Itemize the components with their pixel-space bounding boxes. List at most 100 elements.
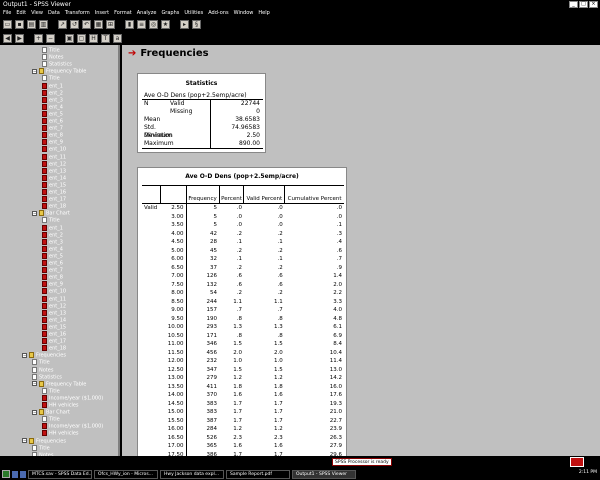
taskbar-button[interactable]: MTCS.sav - SPSS Data Ed... [28, 469, 92, 479]
insert-title-icon[interactable]: T [101, 34, 110, 43]
outline-item[interactable]: ent_17 [42, 196, 66, 203]
insert-text-icon[interactable]: a [113, 34, 122, 43]
outline-item[interactable]: Statistics [42, 61, 72, 68]
variables-icon[interactable]: ≡ [137, 20, 146, 29]
expand-icon[interactable]: + [34, 34, 43, 43]
hide-icon[interactable]: ▢ [77, 34, 86, 43]
taskbar-button[interactable]: Ofcs_HWy_ion - Micros... [94, 469, 158, 479]
outline-item[interactable]: − Bar Chart [32, 210, 70, 217]
collapse-toggle-icon[interactable]: − [32, 409, 37, 415]
outline-item[interactable]: ent_14 [42, 316, 66, 324]
outline-item[interactable]: ent_11 [42, 295, 66, 303]
outline-item[interactable]: ent_16 [42, 189, 66, 196]
outline-item[interactable]: Notes [32, 366, 53, 374]
outline-item[interactable]: Title [42, 47, 60, 54]
quicklaunch-icon[interactable] [20, 470, 26, 478]
start-button[interactable] [2, 470, 10, 478]
outline-item[interactable]: ent_6 [42, 260, 63, 267]
taskbar-button[interactable]: Sample Report.pdf [226, 469, 290, 479]
recall-dialog-icon[interactable]: ↺ [70, 20, 79, 29]
outline-item[interactable]: ent_12 [42, 302, 66, 310]
menu-data[interactable]: Data [48, 9, 60, 18]
outline-item[interactable]: − Frequencies [22, 352, 66, 359]
goto-case-icon[interactable]: ⊞ [106, 20, 115, 29]
outline-item[interactable]: − Frequency Table [32, 380, 86, 388]
collapse-icon[interactable]: − [46, 34, 55, 43]
outline-item[interactable]: Title [32, 359, 50, 366]
outline-item[interactable]: ent_5 [42, 110, 63, 118]
maximize-button[interactable]: □ [579, 1, 588, 8]
designate-window-icon[interactable]: ★ [161, 20, 170, 29]
outline-item[interactable]: ent_5 [42, 252, 63, 260]
outline-item[interactable]: ent_1 [42, 82, 63, 90]
outline-item[interactable]: ent_3 [42, 96, 63, 104]
show-icon[interactable]: ▣ [65, 34, 74, 43]
print-preview-icon[interactable]: ▥ [39, 20, 48, 29]
outline-item[interactable]: ent_12 [42, 160, 66, 168]
outline-item[interactable]: Income/year ($1,000) [42, 394, 103, 402]
demote-icon[interactable]: ▶ [15, 34, 24, 43]
outline-item[interactable]: − Bar Chart [32, 409, 70, 416]
minimize-button[interactable]: _ [569, 1, 578, 8]
outline-item[interactable]: Statistics [32, 373, 62, 381]
save-icon[interactable]: ▪ [15, 20, 24, 29]
outline-item[interactable]: − Frequencies [22, 437, 66, 445]
menu-graphs[interactable]: Graphs [161, 9, 179, 18]
collapse-toggle-icon[interactable]: − [32, 210, 37, 216]
outline-item[interactable]: ent_10 [42, 146, 66, 153]
find-icon[interactable]: ◎ [149, 20, 158, 29]
outline-item[interactable]: Title [42, 217, 60, 224]
open-icon[interactable]: ▭ [3, 20, 12, 29]
content-pane[interactable]: ➔ Frequencies Statistics Ave O-D Dens (po… [122, 45, 600, 456]
outline-item[interactable]: ent_4 [42, 103, 63, 111]
outline-item[interactable]: ent_9 [42, 139, 63, 146]
menu-analyze[interactable]: Analyze [137, 9, 157, 18]
menu-format[interactable]: Format [114, 9, 132, 18]
export-icon[interactable]: ↗ [58, 20, 67, 29]
menu-help[interactable]: Help [258, 9, 269, 18]
script-icon[interactable]: § [192, 20, 201, 29]
outline-item[interactable]: Income/year ($1,000) [42, 423, 103, 430]
goto-data-icon[interactable]: ▦ [94, 20, 103, 29]
outline-item[interactable]: ent_11 [42, 153, 66, 161]
outline-item[interactable]: ent_2 [42, 231, 63, 239]
menu-insert[interactable]: Insert [95, 9, 109, 18]
insert-heading-icon[interactable]: H [89, 34, 98, 43]
outline-item[interactable]: ent_10 [42, 288, 66, 295]
outline-item[interactable]: ent_7 [42, 125, 63, 132]
menu-utilities[interactable]: Utilities [184, 9, 203, 18]
outline-item[interactable]: ent_4 [42, 245, 63, 253]
select-last-output-icon[interactable]: ▸ [180, 20, 189, 29]
close-button[interactable]: × [589, 1, 598, 8]
outline-item[interactable]: ent_6 [42, 118, 63, 125]
outline-item[interactable]: ent_2 [42, 89, 63, 97]
promote-icon[interactable]: ◀ [3, 34, 12, 43]
outline-item[interactable]: ent_7 [42, 267, 63, 274]
outline-item[interactable]: − Frequency Table [32, 68, 86, 75]
collapse-toggle-icon[interactable]: − [32, 381, 37, 387]
outline-item[interactable]: ent_18 [42, 345, 66, 352]
outline-item[interactable]: ent_13 [42, 167, 66, 175]
menu-add-ons[interactable]: Add-ons [208, 9, 228, 18]
outline-item[interactable]: Title [42, 387, 60, 395]
menu-window[interactable]: Window [234, 9, 254, 18]
menu-view[interactable]: View [31, 9, 43, 18]
outline-item[interactable]: ent_16 [42, 331, 66, 338]
taskbar-button[interactable]: Hwy Jackson data expl... [160, 469, 224, 479]
outline-item[interactable]: ent_9 [42, 281, 63, 288]
outline-item[interactable]: Title [32, 444, 50, 452]
outline-item[interactable]: ent_13 [42, 309, 66, 317]
outline-item[interactable]: ent_1 [42, 224, 63, 232]
outline-item[interactable]: ent_8 [42, 132, 63, 139]
print-icon[interactable]: ▤ [27, 20, 36, 29]
statistics-table[interactable]: Statistics Ave O-D Dens (pop+2.5emp/acre… [137, 73, 266, 153]
collapse-toggle-icon[interactable]: − [32, 68, 37, 74]
outline-item[interactable]: HH vehicles [42, 402, 79, 409]
collapse-toggle-icon[interactable]: − [22, 438, 27, 443]
outline-item[interactable]: ent_15 [42, 323, 66, 331]
menu-transform[interactable]: Transform [65, 9, 90, 18]
collapse-toggle-icon[interactable]: − [22, 352, 27, 358]
menu-file[interactable]: File [3, 9, 11, 18]
outline-item[interactable]: ent_3 [42, 238, 63, 246]
outline-item[interactable]: ent_15 [42, 181, 66, 189]
